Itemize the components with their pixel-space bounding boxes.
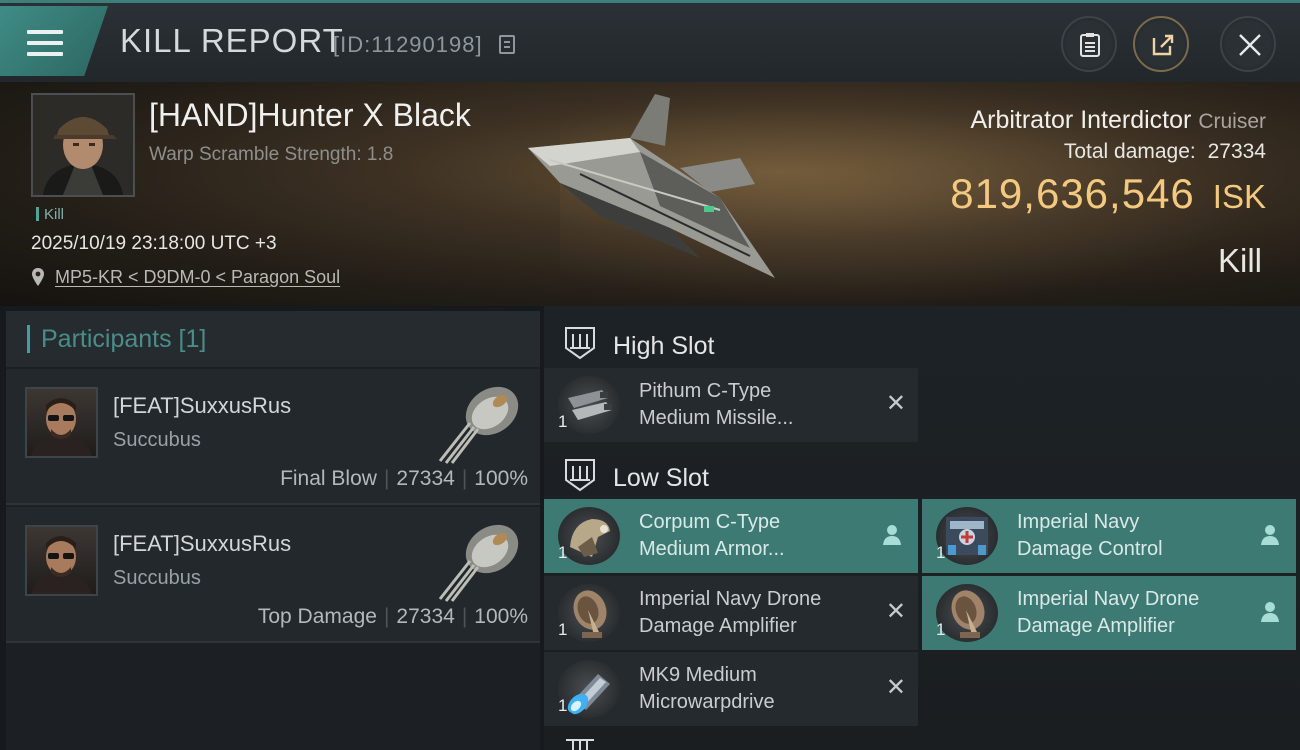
participant-name[interactable]: [FEAT]SuxxusRus xyxy=(113,393,291,419)
module-quantity: 1 xyxy=(558,696,568,715)
module-quantity: 1 xyxy=(936,543,946,562)
page-title: KILL REPORT xyxy=(120,22,344,59)
participant-portrait-image xyxy=(31,398,92,456)
pilot-portrait-image xyxy=(33,95,133,195)
module-slot[interactable]: 1 Imperial Navy Drone Damage Amplifier ✕ xyxy=(544,576,918,650)
kill-tag: Kill xyxy=(36,206,64,223)
dropped-person-icon xyxy=(883,525,901,545)
isk-value: 819,636,546 xyxy=(950,170,1195,217)
participant-row[interactable]: [FEAT]SuxxusRus Succubus Top Damage | 2733… xyxy=(6,507,540,643)
mid-slot-icon xyxy=(566,739,594,750)
destroyed-icon: ✕ xyxy=(885,598,906,625)
dropped-person-icon xyxy=(1261,525,1279,545)
clipboard-icon xyxy=(1080,33,1100,57)
header-accent-bar xyxy=(27,325,30,353)
module-name: Imperial Navy Drone Damage Amplifier xyxy=(1017,588,1200,637)
participants-title: Participants [1] xyxy=(41,325,207,353)
kill-result: Kill xyxy=(1217,242,1262,279)
high-slot-header: High Slot xyxy=(544,312,1300,372)
total-damage-value: 27334 xyxy=(1207,140,1266,163)
low-slot-title: Low Slot xyxy=(613,464,709,492)
share-icon xyxy=(1152,34,1174,56)
module-slot[interactable]: 1 MK9 Medium Microwarpdrive ✕ xyxy=(544,652,918,726)
module-name: MK9 Medium Microwarpdrive xyxy=(639,664,775,713)
participant-ship: Succubus xyxy=(113,429,201,451)
module-slot[interactable]: 1 Imperial Navy Drone Damage Amplifier xyxy=(922,576,1296,650)
menu-button[interactable] xyxy=(0,6,108,76)
participant-stats: Final Blow | 27334 | 100% xyxy=(280,467,528,490)
participant-damage: 27334 xyxy=(396,467,455,490)
high-slot-icon xyxy=(565,327,595,360)
location-pin-icon xyxy=(32,268,44,286)
warp-scramble-strength: Warp Scramble Strength: 1.8 xyxy=(149,144,394,165)
destroyed-icon: ✕ xyxy=(885,390,906,417)
module-quantity: 1 xyxy=(936,620,946,639)
participant-role: Top Damage xyxy=(257,605,377,628)
victim-avatar[interactable] xyxy=(31,93,135,197)
module-quantity: 1 xyxy=(558,543,568,562)
victim-ship-name[interactable]: Arbitrator Interdictor Cruiser xyxy=(970,106,1266,135)
isk-unit: ISK xyxy=(1212,178,1266,215)
module-quantity: 1 xyxy=(558,620,568,639)
module-slot[interactable]: 1 Pithum C-Type Medium Missile... ✕ xyxy=(544,368,918,442)
top-bar: KILL REPORT [ID:11290198] xyxy=(0,0,1300,82)
participant-avatar[interactable] xyxy=(25,525,98,596)
fitting-panel: High Slot 1 Pithum C-Type Medium Missile… xyxy=(544,306,1300,750)
participant-stats: Top Damage | 27334 | 100% xyxy=(257,605,528,628)
destroyed-icon: ✕ xyxy=(885,674,906,701)
kill-datetime: 2025/10/19 23:18:00 UTC +3 xyxy=(31,233,277,254)
participant-percent: 100% xyxy=(474,467,528,490)
participants-header: Participants [1] xyxy=(6,311,540,367)
participant-name[interactable]: [FEAT]SuxxusRus xyxy=(113,531,291,557)
succubus-ship-icon xyxy=(438,386,519,464)
close-button[interactable] xyxy=(1220,16,1276,72)
module-name: Corpum C-Type Medium Armor... xyxy=(639,511,785,560)
low-slot-icon xyxy=(565,459,595,492)
module-name: Imperial Navy Drone Damage Amplifier xyxy=(639,588,822,637)
share-button[interactable] xyxy=(1133,16,1189,72)
high-slot-title: High Slot xyxy=(613,332,715,360)
participant-ship: Succubus xyxy=(113,567,201,589)
participant-role: Final Blow xyxy=(280,467,377,490)
victim-name[interactable]: [HAND]Hunter X Black xyxy=(149,97,471,134)
clipboard-button[interactable] xyxy=(1061,16,1117,72)
victim-ship-image xyxy=(528,94,775,278)
close-icon xyxy=(1239,34,1261,56)
participant-avatar[interactable] xyxy=(25,387,98,458)
module-slot[interactable]: 1 Imperial Navy Damage Control xyxy=(922,499,1296,573)
participant-portrait-image xyxy=(31,536,92,594)
report-id: [ID:11290198] xyxy=(333,32,483,57)
low-slot-header: Low Slot xyxy=(544,444,1300,504)
module-quantity: 1 xyxy=(558,412,568,431)
dropped-person-icon xyxy=(1261,602,1279,622)
succubus-ship-icon xyxy=(438,524,519,602)
participant-row[interactable]: [FEAT]SuxxusRus Succubus Final Blow | 2733… xyxy=(6,369,540,505)
participant-damage: 27334 xyxy=(396,605,455,628)
module-name: Pithum C-Type Medium Missile... xyxy=(639,380,794,429)
total-damage: Total damage: 27334 xyxy=(1064,140,1266,164)
total-damage-label: Total damage: xyxy=(1063,140,1196,163)
module-slot[interactable]: 1 Corpum C-Type Medium Armor... xyxy=(544,499,918,573)
kill-location-link[interactable]: MP5-KR < D9DM-0 < Paragon Soul xyxy=(55,267,340,288)
ship-class: Cruiser xyxy=(1198,110,1266,133)
isk-loss: 819,636,546 ISK xyxy=(950,170,1266,218)
victim-banner: [HAND]Hunter X Black Warp Scramble Stren… xyxy=(0,82,1300,306)
module-name: Imperial Navy Damage Control xyxy=(1017,511,1163,560)
participant-percent: 100% xyxy=(474,605,528,628)
ship-type-name: Arbitrator Interdictor xyxy=(970,106,1192,134)
participants-panel: Participants [1] [FEAT]SuxxusRus Succubu… xyxy=(6,311,540,750)
copy-icon[interactable] xyxy=(499,35,515,54)
menu-icon xyxy=(27,30,63,58)
